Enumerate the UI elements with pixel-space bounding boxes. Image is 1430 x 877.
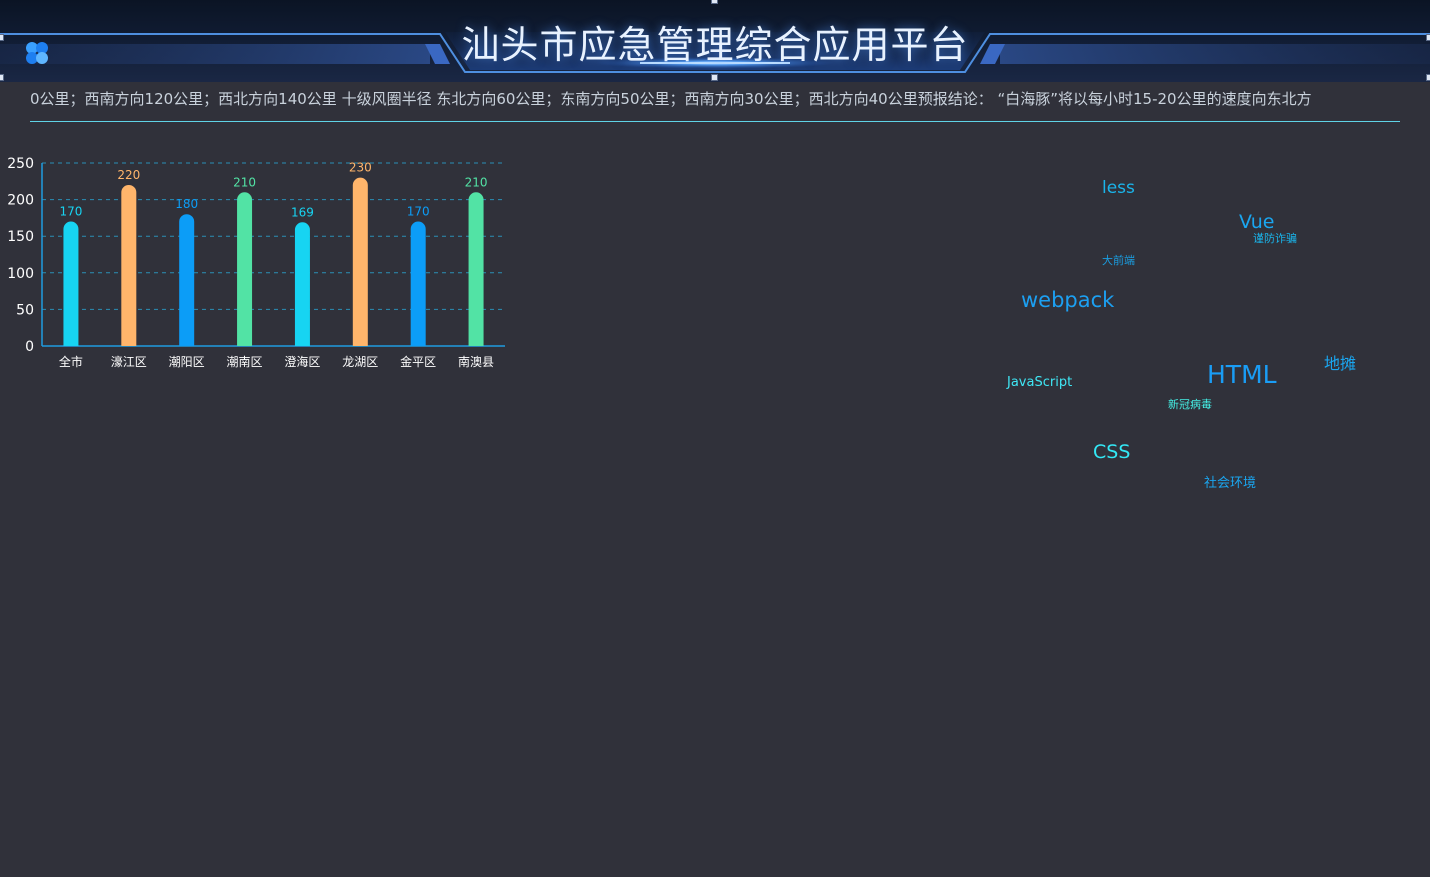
y-tick-label: 150 — [7, 229, 34, 245]
bar-5 — [352, 177, 368, 346]
header-bar: 汕头市应急管理综合应用平台 — [0, 0, 1430, 82]
bar-1 — [121, 184, 137, 346]
bar-value-label: 230 — [349, 161, 372, 175]
bar-value-label: 210 — [465, 175, 488, 189]
bar-value-label: 170 — [59, 205, 82, 219]
y-tick-label: 100 — [7, 266, 34, 282]
dashboard-page: 汕头市应急管理综合应用平台 0公里；西南方向120公里；西北方向140公里 十级… — [0, 0, 1430, 877]
bar-value-label: 210 — [233, 175, 256, 189]
bar-0 — [63, 221, 79, 346]
bar-6 — [410, 221, 426, 346]
x-tick-label: 南澳县 — [458, 354, 494, 369]
cloud-word-frontend[interactable]: 大前端 — [1102, 255, 1135, 266]
district-bar-chart: 0 50 100 150 200 250 170 全市 220 濠江区 180 潮阳区 210 潮南区 16… — [0, 150, 520, 390]
handle-dot — [711, 0, 718, 4]
x-tick-label: 潮南区 — [227, 354, 263, 369]
cloud-word-javascript[interactable]: JavaScript — [1007, 376, 1072, 389]
y-tick-label: 0 — [25, 339, 34, 355]
bar-value-label: 169 — [291, 205, 314, 219]
handle-dot — [711, 74, 718, 81]
x-tick-label: 澄海区 — [284, 354, 320, 369]
x-tick-label: 全市 — [59, 354, 83, 369]
bar-value-label: 180 — [175, 197, 198, 211]
handle-dot — [0, 74, 4, 81]
cloud-word-html[interactable]: HTML — [1207, 362, 1277, 387]
bar-chart-svg: 0 50 100 150 200 250 170 全市 220 濠江区 180 潮阳区 210 潮南区 16… — [7, 156, 505, 369]
cloud-word-fraud[interactable]: 谨防诈骗 — [1253, 233, 1297, 244]
bar-value-label: 220 — [117, 168, 140, 182]
x-tick-label: 濠江区 — [111, 354, 147, 369]
ticker-divider — [30, 121, 1400, 122]
handle-dot — [1426, 34, 1430, 41]
x-tick-label: 金平区 — [400, 354, 436, 369]
y-tick-label: 250 — [7, 156, 34, 172]
bar-7 — [468, 192, 484, 346]
x-tick-label: 潮阳区 — [169, 354, 205, 369]
bar-value-label: 170 — [407, 205, 430, 219]
cloud-word-css[interactable]: CSS — [1093, 443, 1130, 462]
cloud-word-stall[interactable]: 地摊 — [1324, 356, 1356, 372]
cloud-word-less[interactable]: less — [1102, 180, 1135, 197]
cloud-word-vue[interactable]: Vue — [1239, 213, 1274, 232]
news-ticker: 0公里；西南方向120公里；西北方向140公里 十级风圈半径 东北方向60公里；… — [30, 88, 1400, 112]
word-cloud: less Vue 谨防诈骗 大前端 webpack 地摊 HTML JavaSc… — [980, 160, 1400, 520]
handle-dot — [1426, 74, 1430, 81]
page-title: 汕头市应急管理综合应用平台 — [461, 23, 969, 67]
bar-4 — [294, 222, 310, 346]
handle-dot — [0, 34, 4, 41]
cloud-word-webpack[interactable]: webpack — [1021, 290, 1114, 311]
x-tick-label: 龙湖区 — [342, 354, 378, 369]
cloud-word-covid[interactable]: 新冠病毒 — [1168, 399, 1212, 410]
bar-3 — [237, 192, 253, 346]
bar-2 — [179, 214, 195, 346]
y-tick-label: 200 — [7, 193, 34, 209]
y-tick-label: 50 — [16, 302, 34, 318]
cloud-word-society[interactable]: 社会环境 — [1204, 477, 1256, 490]
ticker-text: 0公里；西南方向120公里；西北方向140公里 十级风圈半径 东北方向60公里；… — [30, 90, 1312, 108]
